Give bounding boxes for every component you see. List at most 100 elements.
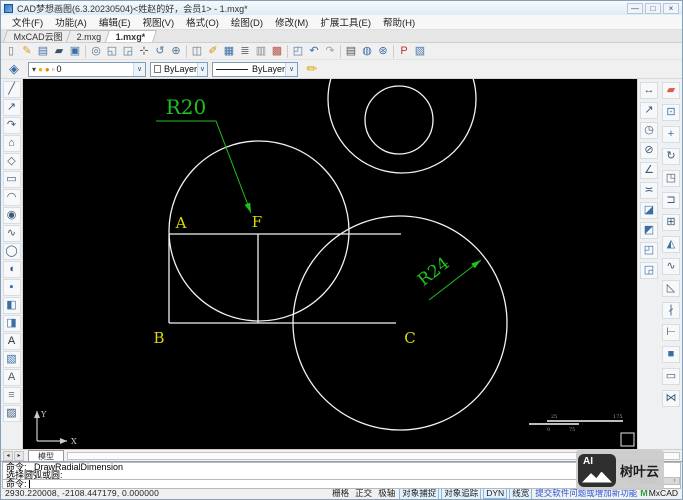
point-button[interactable]: ▪ bbox=[2, 279, 21, 296]
quick-dimension-button[interactable]: ≍ bbox=[640, 182, 658, 199]
pan-button[interactable]: ⊹ bbox=[136, 44, 152, 59]
layout-next-button[interactable]: ▸ bbox=[14, 450, 24, 461]
menu-item-0[interactable]: 文件(F) bbox=[7, 15, 48, 29]
radius-dimension-button[interactable]: ◷ bbox=[640, 122, 658, 139]
dim-text-edit-button[interactable]: ◩ bbox=[640, 222, 658, 239]
dim-style-button[interactable]: ◲ bbox=[640, 262, 658, 279]
inscribed-polygon-button[interactable]: ◇ bbox=[2, 153, 21, 170]
mirror-button[interactable]: ◭ bbox=[662, 236, 680, 253]
spline-edit-button[interactable]: ∿ bbox=[662, 258, 680, 275]
web-button[interactable]: ◍ bbox=[359, 44, 375, 59]
multiline-button[interactable]: ≡ bbox=[2, 387, 21, 404]
ellipse-button[interactable]: ◯ bbox=[2, 243, 21, 260]
palette-button[interactable]: ▩ bbox=[269, 44, 285, 59]
doc-tab-0[interactable]: MxCAD云图 bbox=[3, 30, 74, 42]
scroll-right-icon[interactable]: › bbox=[670, 478, 679, 484]
hatch-button[interactable]: ▨ bbox=[2, 405, 21, 422]
offset-button[interactable]: ⊐ bbox=[662, 192, 680, 209]
tab-model[interactable]: 模型 bbox=[28, 450, 64, 461]
trim-button[interactable]: ∤ bbox=[662, 302, 680, 319]
new-file-button[interactable]: ▯ bbox=[3, 44, 19, 59]
move-button[interactable]: + bbox=[662, 126, 680, 143]
zoom-scale-button[interactable]: ⊕ bbox=[168, 44, 184, 59]
pencil-icon: ✏ bbox=[306, 61, 318, 76]
rectangle-button[interactable]: ▭ bbox=[2, 171, 21, 188]
open-edit-button[interactable]: ✎ bbox=[19, 44, 35, 59]
doc-tab-2[interactable]: 1.mxg* bbox=[104, 30, 156, 42]
close-button[interactable]: × bbox=[663, 2, 679, 14]
open-folder-button[interactable]: ▰ bbox=[51, 44, 67, 59]
maximize-button[interactable]: □ bbox=[645, 2, 661, 14]
extend-button[interactable]: ⊢ bbox=[662, 324, 680, 341]
make-block-button[interactable]: ◧ bbox=[2, 297, 21, 314]
break-button[interactable]: ▭ bbox=[662, 368, 680, 385]
print-button[interactable]: ▤ bbox=[343, 44, 359, 59]
menu-item-8[interactable]: 帮助(H) bbox=[378, 15, 420, 29]
named-views-button[interactable]: ◫ bbox=[189, 44, 205, 59]
zoom-previous-button[interactable]: ↺ bbox=[152, 44, 168, 59]
linear-dimension-button[interactable]: ↔ bbox=[640, 82, 658, 99]
clipboard-icon: ▥ bbox=[255, 44, 267, 57]
redline-button[interactable]: ✐ bbox=[205, 44, 221, 59]
layer-manager-button[interactable]: ◈ bbox=[4, 61, 24, 78]
line-button[interactable]: ╱ bbox=[2, 81, 21, 98]
image-button[interactable]: ▧ bbox=[2, 351, 21, 368]
ellipse-arc-button[interactable]: ◖ bbox=[2, 261, 21, 278]
table-button[interactable]: ▦ bbox=[221, 44, 237, 59]
save-edit-button[interactable]: ▤ bbox=[35, 44, 51, 59]
polyline-edit-button[interactable]: ◺ bbox=[662, 280, 680, 297]
color-select[interactable]: ByLayer ∨ bbox=[150, 61, 208, 77]
save-all-button[interactable]: ◰ bbox=[290, 44, 306, 59]
rotate-button[interactable]: ↻ bbox=[662, 148, 680, 165]
text-button[interactable]: A bbox=[2, 333, 21, 350]
layer-select[interactable]: ▾ ● ● ▫ 0 ∨ bbox=[28, 61, 146, 77]
revision-cloud-button[interactable]: ↷ bbox=[2, 117, 21, 134]
arc-button[interactable]: ◠ bbox=[2, 189, 21, 206]
polyline-button[interactable]: ↗ bbox=[2, 99, 21, 116]
linetype-select[interactable]: ByLayer ∨ bbox=[212, 61, 298, 77]
menu-item-3[interactable]: 视图(V) bbox=[137, 15, 179, 29]
polygon-button[interactable]: ⌂ bbox=[2, 135, 21, 152]
drawing-canvas[interactable]: A F B C R20 R24 25 175 0 75 X Y bbox=[23, 79, 637, 449]
pdf-export-button[interactable]: P bbox=[396, 44, 412, 59]
undo-button[interactable]: ↶ bbox=[306, 44, 322, 59]
menu-item-1[interactable]: 功能(A) bbox=[50, 15, 92, 29]
spline-button[interactable]: ∿ bbox=[2, 225, 21, 242]
corner-box bbox=[620, 432, 635, 447]
zoom-window-button[interactable]: ◱ bbox=[104, 44, 120, 59]
chevron-down-icon[interactable]: ∨ bbox=[285, 62, 297, 76]
diameter-dimension-button[interactable]: ⊘ bbox=[640, 142, 658, 159]
menu-item-6[interactable]: 修改(M) bbox=[270, 15, 313, 29]
menu-item-2[interactable]: 编辑(E) bbox=[94, 15, 136, 29]
erase-icon: ▰ bbox=[666, 84, 676, 96]
zoom-in-button[interactable]: ◎ bbox=[88, 44, 104, 59]
mtext-button[interactable]: ≣ bbox=[237, 44, 253, 59]
zoom-extents-button[interactable]: ◲ bbox=[120, 44, 136, 59]
insert-block-button[interactable]: ◨ bbox=[2, 315, 21, 332]
save-button[interactable]: ▣ bbox=[67, 44, 83, 59]
aligned-dimension-button[interactable]: ↗ bbox=[640, 102, 658, 119]
erase-button[interactable]: ▰ bbox=[662, 82, 680, 99]
array-button[interactable]: ⊞ bbox=[662, 214, 680, 231]
menu-item-7[interactable]: 扩展工具(E) bbox=[315, 15, 376, 29]
redo-button[interactable]: ↷ bbox=[322, 44, 338, 59]
menu-item-5[interactable]: 绘图(D) bbox=[226, 15, 268, 29]
dim-edit-button[interactable]: ◪ bbox=[640, 202, 658, 219]
chevron-down-icon[interactable]: ∨ bbox=[196, 62, 207, 76]
copy-object-button[interactable]: ⊡ bbox=[662, 104, 680, 121]
angular-dimension-button[interactable]: ∠ bbox=[640, 162, 658, 179]
scale-button[interactable]: ◳ bbox=[662, 170, 680, 187]
web-publish-button[interactable]: ⊛ bbox=[375, 44, 391, 59]
dim-update-button[interactable]: ◰ bbox=[640, 242, 658, 259]
explode-button[interactable]: ■ bbox=[662, 346, 680, 363]
join-button[interactable]: ⋈ bbox=[662, 390, 680, 407]
minimize-button[interactable]: — bbox=[627, 2, 643, 14]
menu-item-4[interactable]: 格式(O) bbox=[181, 15, 224, 29]
text-style-button[interactable]: A bbox=[2, 369, 21, 386]
chevron-down-icon[interactable]: ∨ bbox=[133, 62, 145, 76]
layout-prev-button[interactable]: ◂ bbox=[3, 450, 13, 461]
clipboard-button[interactable]: ▥ bbox=[253, 44, 269, 59]
draworder-button[interactable]: ✏ bbox=[302, 61, 322, 78]
circle-button[interactable]: ◉ bbox=[2, 207, 21, 224]
insert-image-button[interactable]: ▧ bbox=[412, 44, 428, 59]
